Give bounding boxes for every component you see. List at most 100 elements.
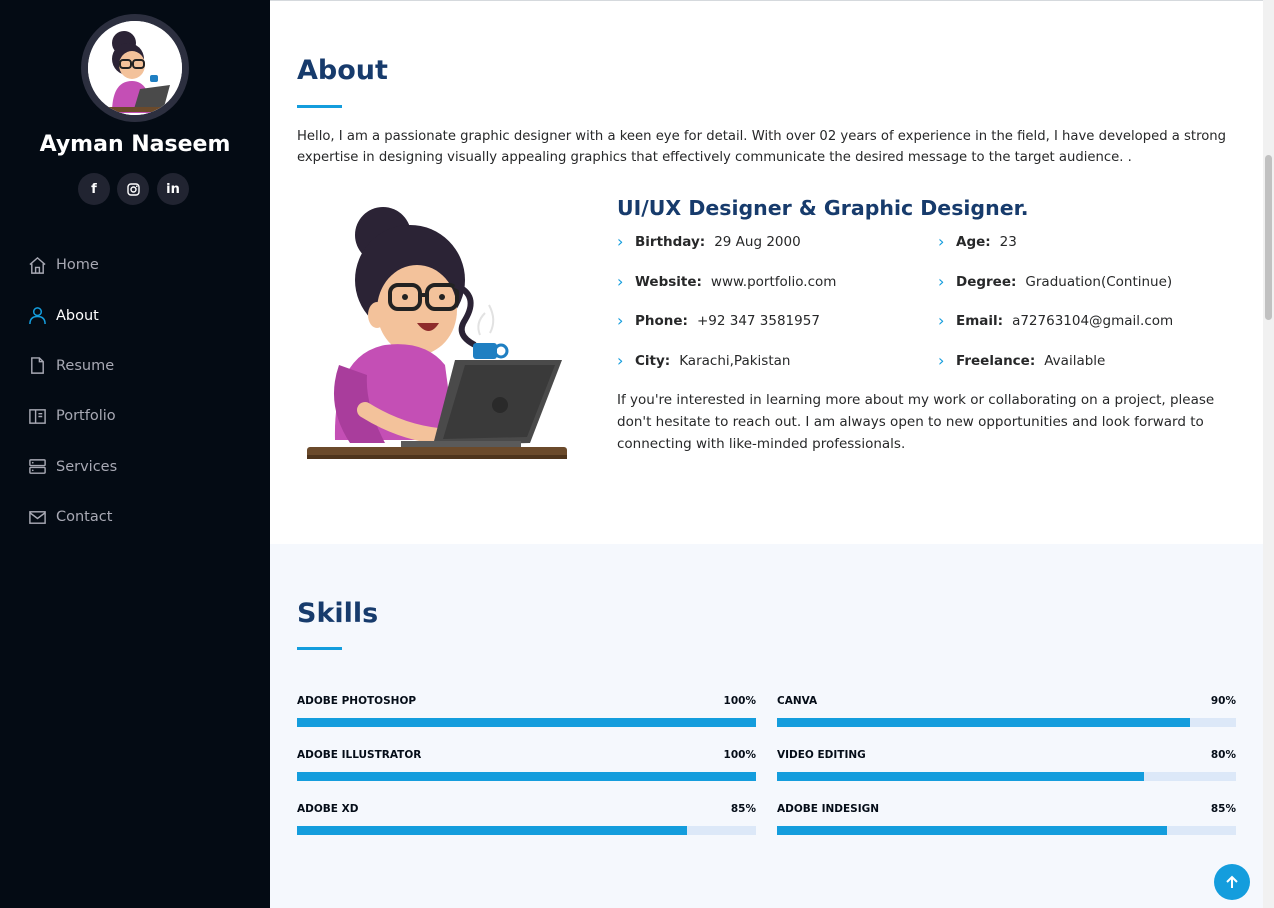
- chevron-right-icon: ›: [938, 272, 945, 291]
- chevron-right-icon: ›: [617, 272, 624, 291]
- skill-name: VIDEO EDITING: [777, 749, 866, 761]
- info-degree: › Degree: Graduation(Continue): [938, 272, 1172, 291]
- nav-item-home[interactable]: Home: [28, 240, 258, 290]
- info-degree-value: Graduation(Continue): [1025, 273, 1173, 290]
- info-freelance-value: Available: [1044, 352, 1106, 369]
- skill-progress-fill: [297, 772, 756, 781]
- nav-item-resume[interactable]: Resume: [28, 341, 258, 391]
- info-phone-label: Phone:: [635, 312, 688, 329]
- chevron-right-icon: ›: [938, 232, 945, 251]
- info-website-label: Website:: [635, 273, 702, 290]
- sidebar: Ayman Naseem f in Home About Resume Port…: [0, 0, 270, 908]
- nav-label-contact: Contact: [56, 509, 113, 526]
- avatar: [81, 14, 189, 122]
- skill-item: ADOBE XD 85%: [297, 803, 756, 835]
- info-phone: › Phone: +92 347 3581957: [617, 311, 820, 330]
- info-city-label: City:: [635, 352, 671, 369]
- skill-item: ADOBE PHOTOSHOP 100%: [297, 695, 756, 727]
- skill-item: ADOBE INDESIGN 85%: [777, 803, 1236, 835]
- chevron-right-icon: ›: [938, 311, 945, 330]
- skill-percent: 85%: [1210, 803, 1236, 815]
- skill-name: ADOBE ILLUSTRATOR: [297, 749, 422, 761]
- about-title: About: [297, 55, 388, 86]
- info-email-value: a72763104@gmail.com: [1012, 312, 1174, 329]
- skill-progress-fill: [777, 772, 1145, 781]
- skills-title-underline: [297, 647, 342, 650]
- profile-name: Ayman Naseem: [39, 132, 231, 157]
- chevron-right-icon: ›: [617, 351, 624, 370]
- skill-progress-bar: [777, 772, 1236, 781]
- skills-title: Skills: [297, 598, 379, 629]
- info-freelance: › Freelance: Available: [938, 351, 1105, 370]
- about-illustration: [305, 205, 570, 465]
- info-age-label: Age:: [956, 233, 991, 250]
- skill-name: CANVA: [777, 695, 818, 707]
- facebook-icon[interactable]: f: [78, 173, 110, 205]
- skill-progress-bar: [777, 826, 1236, 835]
- skill-item: VIDEO EDITING 80%: [777, 749, 1236, 781]
- info-website-value: www.portfolio.com: [710, 273, 837, 290]
- chevron-right-icon: ›: [617, 232, 624, 251]
- info-city: › City: Karachi,Pakistan: [617, 351, 790, 370]
- scrollbar-thumb[interactable]: [1265, 155, 1272, 320]
- info-email: › Email: a72763104@gmail.com: [938, 311, 1173, 330]
- info-birthday-value: 29 Aug 2000: [714, 233, 801, 250]
- info-phone-value: +92 347 3581957: [696, 312, 820, 329]
- book-icon: [29, 408, 46, 424]
- skill-progress-fill: [297, 718, 756, 727]
- scrollbar[interactable]: [1263, 0, 1274, 908]
- skill-percent: 100%: [723, 695, 756, 707]
- facebook-glyph: f: [91, 181, 97, 197]
- nav-label-home: Home: [56, 257, 99, 274]
- chevron-right-icon: ›: [938, 351, 945, 370]
- skill-progress-fill: [297, 826, 688, 835]
- info-age: › Age: 23: [938, 232, 1017, 251]
- nav-item-portfolio[interactable]: Portfolio: [28, 391, 258, 441]
- info-birthday-label: Birthday:: [635, 233, 706, 250]
- skill-progress-fill: [777, 826, 1168, 835]
- arrow-up-icon: [1226, 875, 1238, 888]
- skill-percent: 90%: [1210, 695, 1236, 707]
- info-degree-label: Degree:: [956, 273, 1017, 290]
- skill-progress-bar: [297, 826, 756, 835]
- instagram-icon[interactable]: [117, 173, 149, 205]
- skill-progress-fill: [777, 718, 1191, 727]
- info-age-value: 23: [999, 233, 1017, 250]
- info-freelance-label: Freelance:: [956, 352, 1036, 369]
- linkedin-glyph: in: [166, 181, 180, 197]
- info-email-label: Email:: [956, 312, 1004, 329]
- info-website: › Website: www.portfolio.com: [617, 272, 836, 291]
- nav-label-resume: Resume: [56, 357, 115, 374]
- person-icon: [29, 307, 46, 325]
- linkedin-icon[interactable]: in: [157, 173, 189, 205]
- nav-menu: Home About Resume Portfolio Services Con…: [28, 240, 258, 542]
- role-title: UI/UX Designer & Graphic Designer.: [617, 196, 1029, 220]
- skill-percent: 85%: [730, 803, 756, 815]
- nav-item-services[interactable]: Services: [28, 442, 258, 492]
- about-title-underline: [297, 105, 342, 108]
- back-to-top-button[interactable]: [1214, 864, 1250, 900]
- skill-progress-bar: [297, 772, 756, 781]
- skill-name: ADOBE PHOTOSHOP: [297, 695, 417, 707]
- nav-item-contact[interactable]: Contact: [28, 492, 258, 542]
- about-intro: Hello, I am a passionate graphic designe…: [297, 129, 1227, 165]
- file-icon: [31, 357, 44, 375]
- nav-item-about[interactable]: About: [28, 290, 258, 340]
- skill-name: ADOBE INDESIGN: [777, 803, 880, 815]
- home-icon: [29, 256, 46, 274]
- skill-item: CANVA 90%: [777, 695, 1236, 727]
- skill-progress-bar: [777, 718, 1236, 727]
- chevron-right-icon: ›: [617, 311, 624, 330]
- nav-label-services: Services: [56, 458, 118, 475]
- instagram-glyph: [126, 182, 140, 196]
- server-icon: [29, 459, 46, 475]
- nav-label-about: About: [56, 307, 99, 324]
- envelope-icon: [29, 510, 46, 524]
- info-birthday: › Birthday: 29 Aug 2000: [617, 232, 801, 251]
- skill-percent: 80%: [1210, 749, 1236, 761]
- skill-item: ADOBE ILLUSTRATOR 100%: [297, 749, 756, 781]
- nav-label-portfolio: Portfolio: [56, 408, 116, 425]
- skill-progress-bar: [297, 718, 756, 727]
- info-city-value: Karachi,Pakistan: [679, 352, 791, 369]
- profile-illustration: [88, 21, 182, 115]
